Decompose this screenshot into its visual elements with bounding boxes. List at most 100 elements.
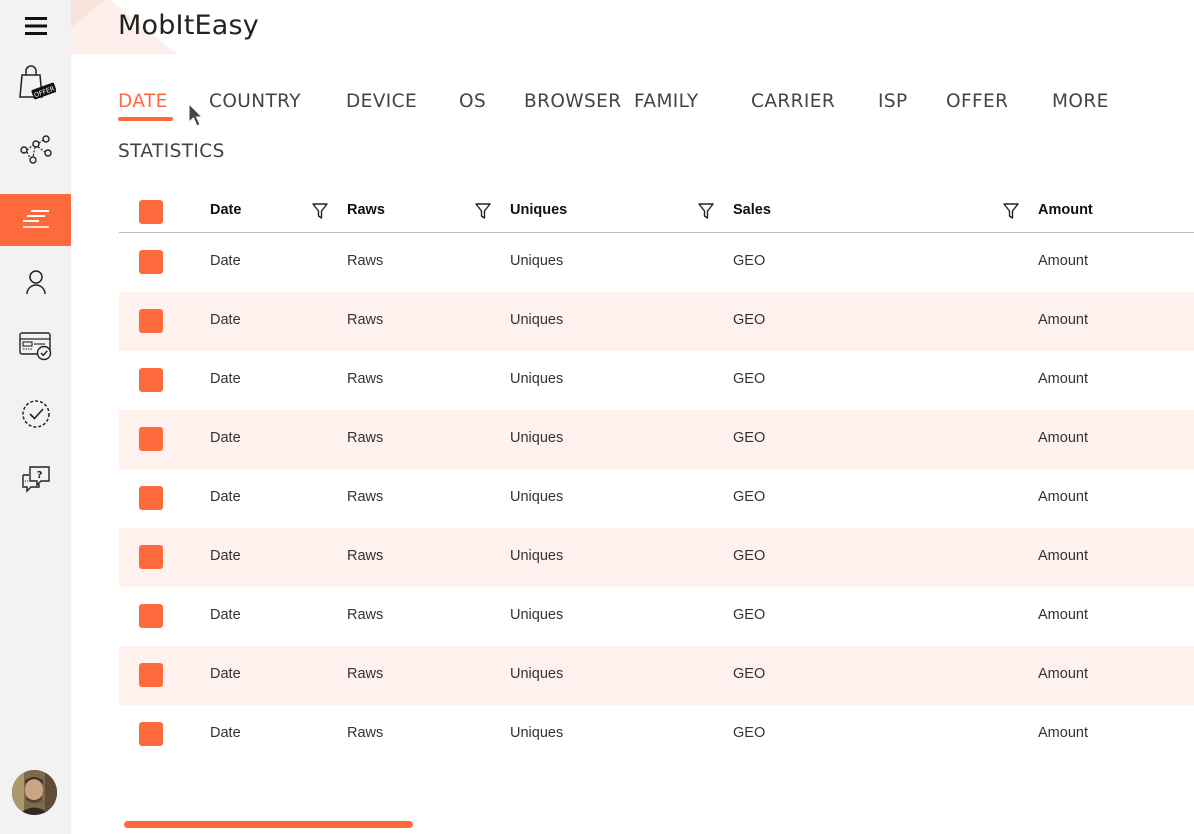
tab-statistics[interactable]: STATISTICS <box>118 140 225 164</box>
cell-raws: Raws <box>347 253 384 269</box>
cell-sales: GEO <box>733 312 766 328</box>
column-header-raws[interactable]: Raws <box>347 202 385 218</box>
table-header: Date Raws Uniques Sales Amount <box>119 190 1194 233</box>
avatar-photo-icon <box>12 770 57 815</box>
filter-icon[interactable] <box>698 203 714 220</box>
cell-raws: Raws <box>347 607 384 623</box>
cell-amount: Amount <box>1038 430 1088 446</box>
cell-amount: Amount <box>1038 253 1088 269</box>
row-checkbox[interactable] <box>139 663 163 687</box>
offer-badge-text: OFFER <box>33 84 56 99</box>
menu-button[interactable] <box>0 0 71 52</box>
cell-date: Date <box>210 607 241 623</box>
sidebar-item-statistics[interactable] <box>0 194 71 246</box>
app-title: MobItEasy <box>118 10 259 41</box>
sidebar-item-users[interactable] <box>0 256 71 308</box>
row-checkbox[interactable] <box>139 368 163 392</box>
tab-isp[interactable]: ISP <box>878 90 908 114</box>
cell-raws: Raws <box>347 489 384 505</box>
horizontal-scrollbar[interactable] <box>124 821 413 828</box>
network-nodes-icon <box>19 135 52 164</box>
row-checkbox[interactable] <box>139 545 163 569</box>
active-tab-indicator <box>118 117 173 121</box>
cell-uniques: Uniques <box>510 253 564 269</box>
help-glyph: ? <box>36 470 42 481</box>
cell-sales: GEO <box>733 548 766 564</box>
cell-raws: Raws <box>347 725 384 741</box>
filter-icon[interactable] <box>312 203 328 220</box>
table-row[interactable]: Date Raws Uniques GEO Amount <box>119 469 1194 528</box>
sidebar-item-payments[interactable] <box>0 320 71 372</box>
cell-uniques: Uniques <box>510 430 564 446</box>
table-row[interactable]: Date Raws Uniques GEO Amount <box>119 233 1194 292</box>
sidebar-item-network[interactable] <box>0 123 71 175</box>
cell-raws: Raws <box>347 312 384 328</box>
cell-date: Date <box>210 253 241 269</box>
column-header-uniques[interactable]: Uniques <box>510 202 567 218</box>
tab-more[interactable]: MORE <box>1052 90 1109 114</box>
cell-uniques: Uniques <box>510 548 564 564</box>
column-header-amount[interactable]: Amount <box>1038 202 1093 218</box>
cell-date: Date <box>210 371 241 387</box>
row-checkbox[interactable] <box>139 722 163 746</box>
sidebar-item-approvals[interactable] <box>0 388 71 440</box>
row-checkbox[interactable] <box>139 604 163 628</box>
cell-amount: Amount <box>1038 725 1088 741</box>
tab-offer[interactable]: OFFER <box>946 90 1008 114</box>
help-chat-icon: ? <box>21 466 50 493</box>
cell-uniques: Uniques <box>510 489 564 505</box>
cell-date: Date <box>210 312 241 328</box>
statistics-bars-icon <box>22 210 49 228</box>
cell-uniques: Uniques <box>510 312 564 328</box>
hamburger-menu-icon <box>24 17 47 35</box>
row-checkbox[interactable] <box>139 250 163 274</box>
table-row[interactable]: Date Raws Uniques GEO Amount <box>119 351 1194 410</box>
cell-uniques: Uniques <box>510 725 564 741</box>
column-header-date[interactable]: Date <box>210 202 241 218</box>
table-row[interactable]: Date Raws Uniques GEO Amount <box>119 410 1194 469</box>
cell-uniques: Uniques <box>510 371 564 387</box>
cell-date: Date <box>210 430 241 446</box>
table-row[interactable]: Date Raws Uniques GEO Amount <box>119 292 1194 351</box>
sidebar-item-support[interactable]: ? <box>0 453 71 505</box>
statistics-table: Date Raws Uniques Sales Amount Date Raws… <box>119 190 1194 764</box>
cell-sales: GEO <box>733 725 766 741</box>
id-card-check-icon <box>18 332 51 361</box>
dashed-circle-check-icon <box>21 400 50 428</box>
row-checkbox[interactable] <box>139 427 163 451</box>
avatar[interactable] <box>12 770 57 815</box>
tab-browser-family[interactable]: BROWSER FAMILY <box>524 90 699 114</box>
tab-date[interactable]: DATE <box>118 90 168 114</box>
cell-amount: Amount <box>1038 607 1088 623</box>
tab-device[interactable]: DEVICE <box>346 90 417 114</box>
cell-raws: Raws <box>347 430 384 446</box>
filter-icon[interactable] <box>1003 203 1019 220</box>
cell-raws: Raws <box>347 548 384 564</box>
column-header-sales[interactable]: Sales <box>733 202 771 218</box>
row-checkbox[interactable] <box>139 486 163 510</box>
cell-sales: GEO <box>733 607 766 623</box>
tab-os[interactable]: OS <box>459 90 486 114</box>
cell-sales: GEO <box>733 430 766 446</box>
row-checkbox[interactable] <box>139 309 163 333</box>
shopping-bag-offer-icon: OFFER <box>18 65 56 100</box>
table-row[interactable]: Date Raws Uniques GEO Amount <box>119 646 1194 705</box>
tab-carrier[interactable]: CARRIER <box>751 90 835 114</box>
cell-date: Date <box>210 666 241 682</box>
cell-amount: Amount <box>1038 548 1088 564</box>
mouse-cursor-icon <box>188 103 204 127</box>
filter-icon[interactable] <box>475 203 491 220</box>
cell-raws: Raws <box>347 371 384 387</box>
cell-amount: Amount <box>1038 371 1088 387</box>
cell-sales: GEO <box>733 666 766 682</box>
sidebar-item-offers[interactable]: OFFER <box>0 57 71 109</box>
tab-country[interactable]: COUNTRY <box>209 90 301 114</box>
table-row[interactable]: Date Raws Uniques GEO Amount <box>119 587 1194 646</box>
table-row[interactable]: Date Raws Uniques GEO Amount <box>119 705 1194 764</box>
cell-raws: Raws <box>347 666 384 682</box>
select-all-checkbox[interactable] <box>139 200 163 224</box>
cell-amount: Amount <box>1038 312 1088 328</box>
cell-sales: GEO <box>733 253 766 269</box>
sidebar: OFFER ? <box>0 0 71 834</box>
table-row[interactable]: Date Raws Uniques GEO Amount <box>119 528 1194 587</box>
